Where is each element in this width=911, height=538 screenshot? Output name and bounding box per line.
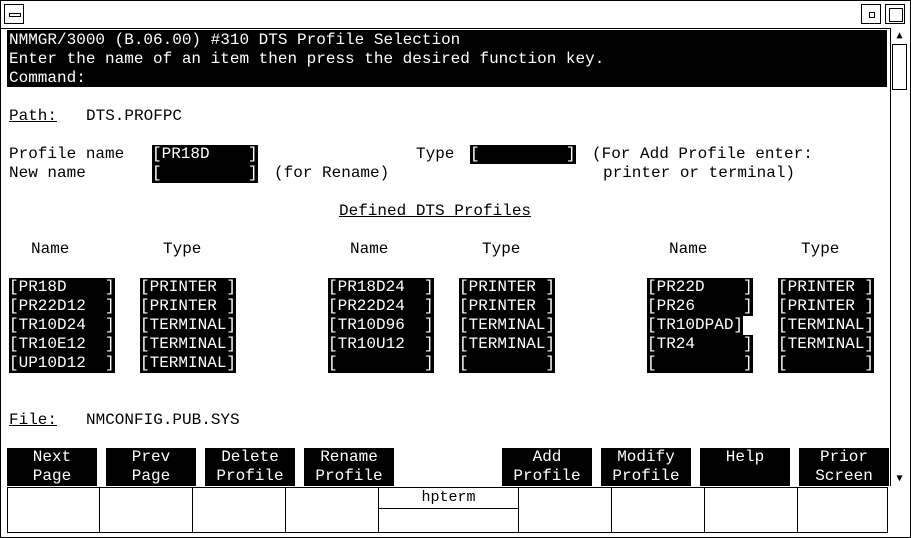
fkey-label: Page bbox=[131, 467, 171, 485]
profile-name-cell[interactable]: [PR22D12 ] bbox=[9, 297, 115, 316]
profile-type-cell[interactable]: [PRINTER ] bbox=[140, 278, 237, 297]
profile-name-field[interactable]: [PR18D ] bbox=[152, 145, 258, 164]
profile-type-cell[interactable]: [TERMINAL] bbox=[140, 335, 237, 354]
fkey-label: Screen bbox=[815, 467, 873, 485]
window-menu-icon[interactable] bbox=[4, 4, 24, 24]
softkey-slot[interactable] bbox=[100, 488, 193, 532]
defined-profiles-title: Defined DTS Profiles bbox=[339, 202, 532, 220]
softkey-slot[interactable] bbox=[519, 488, 612, 532]
fkey-label: Rename bbox=[320, 448, 378, 466]
rename-profile-button[interactable]: Rename Profile bbox=[304, 448, 394, 486]
softkey-slot[interactable] bbox=[286, 488, 379, 532]
modify-profile-button[interactable]: Modify Profile bbox=[601, 448, 691, 486]
fkey-label: Profile bbox=[315, 467, 383, 485]
type-field[interactable]: [ ] bbox=[470, 145, 576, 164]
profile-name-cell[interactable]: [TR10D96 ] bbox=[328, 316, 434, 335]
new-name-field[interactable]: [ ] bbox=[152, 164, 258, 183]
profile-type-cell[interactable]: [TERMINAL] bbox=[140, 354, 237, 373]
fkey-label: Page bbox=[32, 467, 72, 485]
profile-name-cell[interactable]: [TR24 ] bbox=[647, 335, 753, 354]
vertical-scrollbar[interactable] bbox=[890, 28, 909, 486]
profile-type-cell[interactable]: [TERMINAL] bbox=[778, 316, 875, 335]
softkey-slot[interactable] bbox=[705, 488, 798, 532]
profile-name-label: Profile name bbox=[9, 145, 125, 163]
profile-name-cell[interactable]: [TR10DPAD] bbox=[647, 316, 744, 335]
command-label: Command: bbox=[9, 69, 86, 87]
profile-name-cell[interactable]: [ ] bbox=[328, 354, 434, 373]
fkey-label: Prior bbox=[819, 448, 868, 466]
path-label: Path: bbox=[9, 107, 58, 125]
profile-type-cell[interactable]: [TERMINAL] bbox=[140, 316, 237, 335]
profile-name-cell[interactable]: [ ] bbox=[647, 354, 753, 373]
screen-title: NMMGR/3000 (B.06.00) #310 DTS Profile Se… bbox=[9, 31, 461, 49]
profile-type-cell[interactable]: [TERMINAL] bbox=[459, 316, 556, 335]
path-value: DTS.PROFPC bbox=[86, 107, 183, 125]
softkey-slot[interactable] bbox=[8, 488, 100, 532]
delete-profile-button[interactable]: Delete Profile bbox=[205, 448, 295, 486]
softkey-slot[interactable] bbox=[193, 488, 286, 532]
profile-name-cell[interactable]: [PR22D24 ] bbox=[328, 297, 434, 316]
maximize-icon[interactable] bbox=[885, 4, 905, 24]
profile-type-cell[interactable]: [TERMINAL] bbox=[778, 335, 875, 354]
file-label: File: bbox=[9, 411, 58, 429]
add-profile-hint-2: printer or terminal) bbox=[603, 164, 796, 182]
softkey-slot[interactable] bbox=[612, 488, 705, 532]
command-input[interactable] bbox=[94, 69, 887, 87]
col3-type-header: Type bbox=[801, 240, 840, 258]
col2-name-header: Name bbox=[350, 240, 389, 258]
profile-type-cell[interactable]: [PRINTER ] bbox=[459, 297, 556, 316]
help-button[interactable]: Help bbox=[700, 448, 790, 486]
profile-type-cell[interactable]: [ ] bbox=[459, 354, 556, 373]
profile-name-cell[interactable]: [UP10D12 ] bbox=[9, 354, 115, 373]
fkey-label: Profile bbox=[513, 467, 581, 485]
profile-name-cell[interactable]: [PR22D ] bbox=[647, 278, 753, 297]
fkey-label: Profile bbox=[216, 467, 284, 485]
add-profile-button[interactable]: Add Profile bbox=[502, 448, 592, 486]
profile-name-cell[interactable]: [PR26 ] bbox=[647, 297, 753, 316]
type-label: Type bbox=[416, 145, 455, 163]
col1-type-header: Type bbox=[163, 240, 202, 258]
fkey-label: Modify bbox=[617, 448, 675, 466]
scroll-down-icon[interactable]: ▼ bbox=[891, 472, 908, 485]
rename-hint: (for Rename) bbox=[274, 164, 390, 182]
file-value: NMCONFIG.PUB.SYS bbox=[86, 411, 240, 429]
instruction-text: Enter the name of an item then press the… bbox=[9, 50, 605, 68]
profile-name-cell[interactable]: [TR10D24 ] bbox=[9, 316, 115, 335]
scroll-up-icon[interactable]: ▲ bbox=[891, 29, 908, 42]
fkey-label: Profile bbox=[612, 467, 680, 485]
new-name-label: New name bbox=[9, 164, 86, 182]
profile-type-cell[interactable]: [PRINTER ] bbox=[778, 278, 875, 297]
fkey-label: Prev bbox=[131, 448, 171, 466]
fkey-label: Add bbox=[532, 448, 562, 466]
title-bar[interactable] bbox=[1, 1, 908, 29]
profile-name-cell[interactable]: [PR18D24 ] bbox=[328, 278, 434, 297]
prior-screen-button[interactable]: Prior Screen bbox=[799, 448, 889, 486]
col1-name-header: Name bbox=[31, 240, 70, 258]
fkey-label: Next bbox=[32, 448, 72, 466]
hpterm-label: hpterm bbox=[378, 488, 519, 509]
profile-type-cell[interactable]: [PRINTER ] bbox=[778, 297, 875, 316]
profile-name-cell[interactable]: [PR18D ] bbox=[9, 278, 115, 297]
next-page-button[interactable]: Next Page bbox=[7, 448, 97, 486]
prev-page-button[interactable]: Prev Page bbox=[106, 448, 196, 486]
profile-type-cell[interactable]: [PRINTER ] bbox=[140, 297, 237, 316]
profile-type-cell[interactable]: [ ] bbox=[778, 354, 875, 373]
fkey-label: Delete bbox=[221, 448, 279, 466]
profile-name-cell[interactable]: [TR10U12 ] bbox=[328, 335, 434, 354]
minimize-icon[interactable] bbox=[861, 4, 881, 24]
scroll-thumb[interactable] bbox=[892, 44, 907, 90]
fkey-label: Help bbox=[725, 448, 765, 466]
add-profile-hint: (For Add Profile enter: bbox=[592, 145, 813, 163]
profile-name-cell[interactable]: [TR10E12 ] bbox=[9, 335, 115, 354]
col2-type-header: Type bbox=[482, 240, 521, 258]
profile-type-cell[interactable]: [TERMINAL] bbox=[459, 335, 556, 354]
col3-name-header: Name bbox=[669, 240, 708, 258]
profile-type-cell[interactable]: [PRINTER ] bbox=[459, 278, 556, 297]
